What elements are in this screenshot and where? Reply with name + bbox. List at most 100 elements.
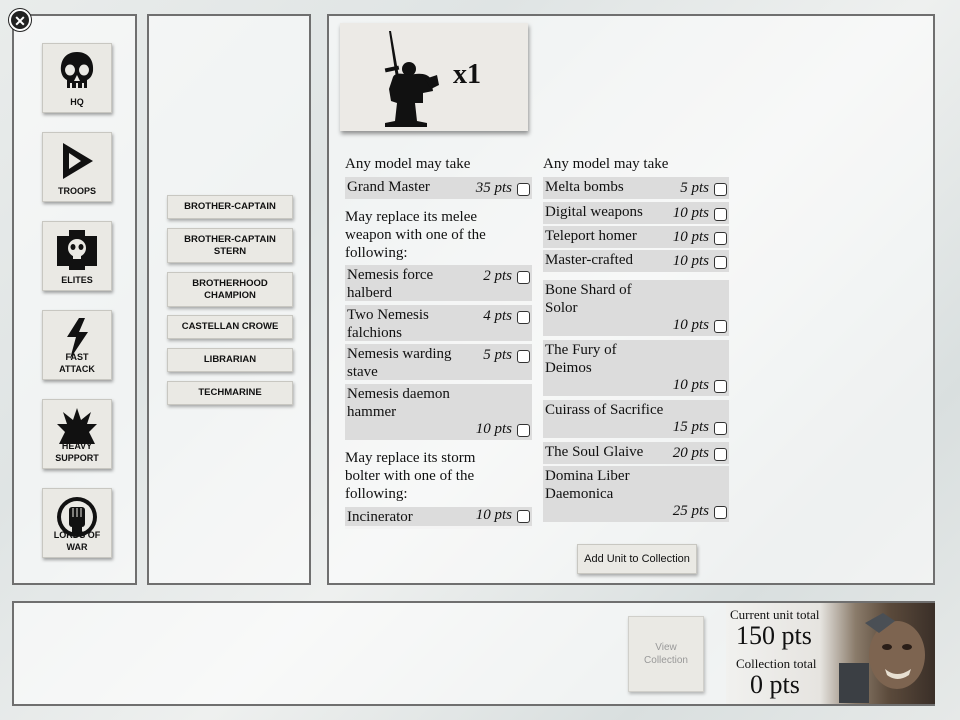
view-collection-button[interactable]: View Collection — [628, 616, 704, 692]
option-nemesis-daemon-hammer[interactable]: Nemesis daemon hammer 10 pts — [345, 384, 532, 440]
option-checkbox[interactable] — [517, 183, 530, 196]
add-unit-to-collection-button[interactable]: Add Unit to Collection — [577, 544, 697, 574]
category-label: HEAVY SUPPORT — [55, 441, 99, 463]
option-name: Two Nemesis falchions — [347, 307, 429, 341]
unit-card: x1 — [340, 23, 528, 131]
option-teleport-homer[interactable]: Teleport homer 10 pts — [543, 226, 729, 248]
chevron-triangle-icon — [63, 143, 93, 179]
category-label: ELITES — [61, 275, 93, 285]
category-panel: HQ TROOPS ELITES FAST ATTACK HEAVY SUPPO… — [12, 14, 137, 585]
view-collection-label: View Collection — [644, 642, 688, 666]
option-checkbox[interactable] — [517, 271, 530, 284]
option-checkbox[interactable] — [517, 424, 530, 437]
left-group2-heading: May replace its melee weapon with one of… — [345, 209, 486, 261]
option-melta-bombs[interactable]: Melta bombs 5 pts — [543, 177, 729, 199]
category-heavy-support-button[interactable]: HEAVY SUPPORT — [42, 399, 112, 469]
option-fury-of-deimos[interactable]: The Fury of Deimos 10 pts — [543, 340, 729, 396]
space-marine-silhouette-icon — [384, 31, 439, 127]
category-fast-attack-button[interactable]: FAST ATTACK — [42, 310, 112, 380]
option-domina-liber-daemonica[interactable]: Domina Liber Daemonica 25 pts — [543, 466, 729, 522]
option-pts: 10 pts — [672, 205, 709, 221]
collection-total-value: 0 pts — [750, 670, 800, 699]
option-pts: 5 pts — [680, 180, 709, 196]
category-troops-button[interactable]: TROOPS — [42, 132, 112, 202]
footer-panel: View Collection Current unit total 150 p… — [12, 601, 935, 706]
option-pts: 15 pts — [672, 419, 709, 435]
category-elites-button[interactable]: ELITES — [42, 221, 112, 291]
warrior-portrait-icon — [839, 613, 925, 703]
option-checkbox[interactable] — [714, 183, 727, 196]
unit-brother-captain-stern-button[interactable]: BROTHER-CAPTAIN STERN — [167, 228, 293, 263]
option-name: Domina Liber Daemonica — [545, 468, 630, 502]
unit-castellan-crowe-button[interactable]: CASTELLAN CROWE — [167, 315, 293, 339]
option-name: Nemesis force halberd — [347, 267, 434, 301]
option-checkbox[interactable] — [714, 208, 727, 221]
option-name: Cuirass of Sacrifice — [545, 402, 664, 418]
option-pts: 10 pts — [475, 421, 512, 437]
option-soul-glaive[interactable]: The Soul Glaive 20 pts — [543, 442, 729, 464]
unit-label: BROTHER-CAPTAIN STERN — [184, 233, 276, 257]
unit-label: LIBRARIAN — [203, 354, 257, 365]
unit-label: BROTHERHOOD CHAMPION — [192, 277, 268, 301]
option-pts: 10 pts — [672, 229, 709, 245]
option-checkbox[interactable] — [714, 448, 727, 461]
option-grand-master[interactable]: Grand Master 35 pts — [345, 177, 532, 199]
option-checkbox[interactable] — [714, 320, 727, 333]
option-cuirass-of-sacrifice[interactable]: Cuirass of Sacrifice 15 pts — [543, 400, 729, 438]
option-pts: 10 pts — [672, 317, 709, 333]
unit-brotherhood-champion-button[interactable]: BROTHERHOOD CHAMPION — [167, 272, 293, 307]
option-pts: 25 pts — [672, 503, 709, 519]
skull-icon — [60, 52, 94, 89]
option-pts: 2 pts — [483, 268, 512, 284]
option-nemesis-warding-stave[interactable]: Nemesis warding stave 5 pts — [345, 344, 532, 380]
unit-detail-panel: x1 Any model may take Grand Master 35 pt… — [327, 14, 935, 585]
option-name: Nemesis daemon hammer — [347, 386, 450, 420]
unit-techmarine-button[interactable]: TECHMARINE — [167, 381, 293, 405]
option-pts: 4 pts — [483, 308, 512, 324]
right-group-heading: Any model may take — [543, 156, 669, 172]
option-pts: 10 pts — [672, 377, 709, 393]
option-digital-weapons[interactable]: Digital weapons 10 pts — [543, 202, 729, 224]
category-label: HQ — [70, 97, 84, 107]
option-pts: 10 pts — [672, 253, 709, 269]
unit-label: BROTHER-CAPTAIN — [184, 201, 276, 212]
option-nemesis-force-halberd[interactable]: Nemesis force halberd 2 pts — [345, 265, 532, 301]
option-bone-shard-of-solor[interactable]: Bone Shard of Solor 10 pts — [543, 280, 729, 336]
option-name: Bone Shard of Solor — [545, 282, 632, 316]
close-icon: ✕ — [14, 13, 26, 29]
option-checkbox[interactable] — [517, 311, 530, 324]
left-group1-heading: Any model may take — [345, 156, 471, 172]
skull-cross-icon — [57, 230, 97, 270]
current-unit-value: 150 pts — [736, 621, 812, 650]
category-label: TROOPS — [57, 186, 96, 196]
option-checkbox[interactable] — [714, 422, 727, 435]
unit-label: CASTELLAN CROWE — [181, 321, 279, 332]
category-label: LORDS OF WAR — [53, 530, 101, 552]
unit-count: x1 — [453, 59, 481, 90]
category-label: FAST ATTACK — [59, 352, 95, 374]
option-name: Nemesis warding stave — [347, 346, 452, 380]
option-pts: 20 pts — [672, 445, 709, 461]
option-checkbox[interactable] — [517, 350, 530, 363]
option-incinerator[interactable]: Incinerator 10 pts — [345, 507, 532, 529]
totals-box: Current unit total 150 pts Collection to… — [726, 603, 935, 704]
option-pts: 5 pts — [483, 347, 512, 363]
option-checkbox[interactable] — [517, 510, 530, 523]
category-hq-button[interactable]: HQ — [42, 43, 112, 113]
option-checkbox[interactable] — [714, 256, 727, 269]
option-checkbox[interactable] — [714, 232, 727, 245]
unit-brother-captain-button[interactable]: BROTHER-CAPTAIN — [167, 195, 293, 219]
category-lords-of-war-button[interactable]: LORDS OF WAR — [42, 488, 112, 558]
option-checkbox[interactable] — [714, 506, 727, 519]
option-master-crafted[interactable]: Master-crafted 10 pts — [543, 250, 729, 272]
close-button[interactable]: ✕ — [9, 9, 31, 31]
option-pts: 35 pts — [475, 180, 512, 196]
option-checkbox[interactable] — [714, 380, 727, 393]
option-name: The Fury of Deimos — [545, 342, 617, 376]
option-two-nemesis-falchions[interactable]: Two Nemesis falchions 4 pts — [345, 305, 532, 341]
unit-librarian-button[interactable]: LIBRARIAN — [167, 348, 293, 372]
unit-list-panel: BROTHER-CAPTAIN BROTHER-CAPTAIN STERN BR… — [147, 14, 311, 585]
option-pts: 10 pts — [475, 507, 512, 523]
left-group3-heading: May replace its storm bolter with one of… — [345, 450, 476, 502]
unit-label: TECHMARINE — [198, 387, 262, 398]
